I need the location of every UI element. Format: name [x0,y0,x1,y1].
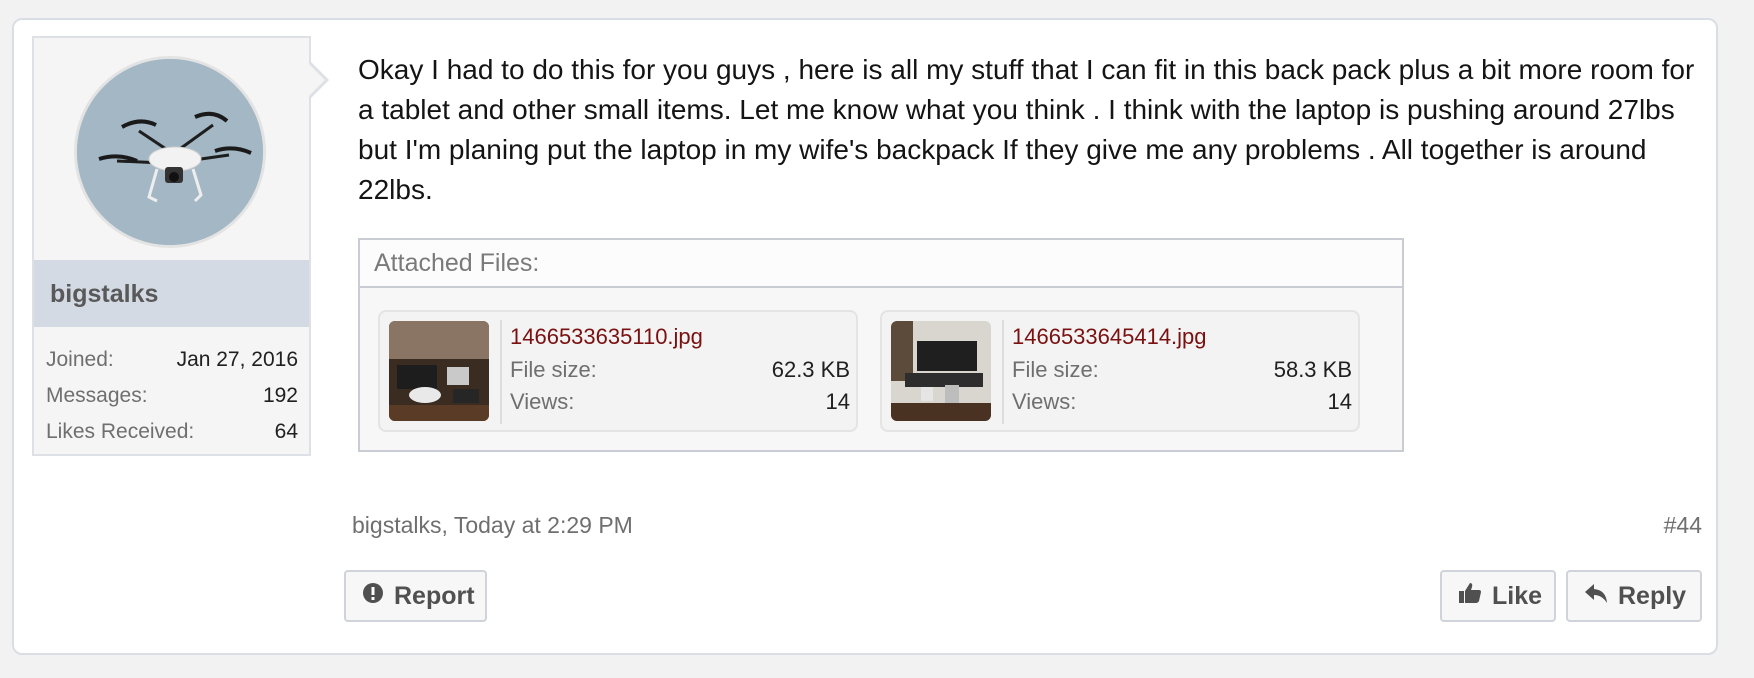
stat-value: Jan 27, 2016 [176,348,298,371]
views-row: Views: 14 [510,386,850,418]
views-label: Views: [510,389,575,414]
drone-image [77,59,263,245]
attachment-thumbnail[interactable] [891,321,991,421]
stat-value[interactable]: 192 [263,384,298,408]
message-body: Okay I had to do this for you guys , her… [358,54,1695,205]
username-link[interactable]: bigstalks [50,280,158,309]
exclamation-circle-icon [362,582,384,611]
file-size-label: File size: [510,357,597,382]
file-size-row: File size: 62.3 KB [510,354,850,386]
panel-arrow [309,62,329,98]
attachment-info: 1466533645414.jpg File size: 58.3 KB Vie… [1012,320,1352,418]
attached-files-block: Attached Files: 1466533635110.jpg File s… [358,238,1404,452]
report-button[interactable]: Report [344,570,487,622]
thumbs-up-icon [1458,582,1482,611]
stat-joined: Joined: Jan 27, 2016 [46,342,298,378]
views-label: Views: [1012,389,1077,414]
stat-label: Messages: [46,384,148,407]
attachment-filename[interactable]: 1466533635110.jpg [510,320,850,354]
thumbnail-image [891,321,991,421]
attachment-card[interactable]: 1466533635110.jpg File size: 62.3 KB Vie… [378,310,858,432]
views-value: 14 [1327,389,1352,414]
stat-likes: Likes Received: 64 [46,414,298,450]
stat-label: Likes Received: [46,420,195,443]
username-bar: bigstalks [34,260,309,327]
reply-button[interactable]: Reply [1566,570,1702,622]
attachment-filename[interactable]: 1466533645414.jpg [1012,320,1352,354]
report-button-label: Report [394,581,475,610]
attachment-thumbnail[interactable] [389,321,489,421]
stat-messages: Messages: 192 [46,378,298,414]
file-size-value: 62.3 KB [771,357,850,382]
views-value: 14 [825,389,850,414]
file-size-label: File size: [1012,357,1099,382]
like-button[interactable]: Like [1440,570,1556,622]
user-stats: Joined: Jan 27, 2016 Messages: 192 Likes… [46,342,298,450]
file-size-value: 58.3 KB [1273,357,1352,382]
post-number-link[interactable]: #44 [1664,512,1702,539]
attachment-info: 1466533635110.jpg File size: 62.3 KB Vie… [510,320,850,418]
like-button-label: Like [1492,581,1543,610]
avatar[interactable] [74,56,266,248]
attachment-card[interactable]: 1466533645414.jpg File size: 58.3 KB Vie… [880,310,1360,432]
post-byline[interactable]: bigstalks, Today at 2:29 PM [352,512,633,539]
thumbnail-divider [1002,320,1004,424]
thumbnail-image [389,321,489,421]
stat-label: Joined: [46,348,114,371]
reply-button-label: Reply [1618,581,1687,610]
reply-arrow-icon [1584,582,1608,611]
attached-files-header: Attached Files: [360,240,1402,288]
thumbnail-divider [500,320,502,424]
file-size-row: File size: 58.3 KB [1012,354,1352,386]
stat-value: 64 [274,420,298,443]
forum-post: bigstalks Joined: Jan 27, 2016 Messages:… [12,18,1718,655]
user-info-panel: bigstalks Joined: Jan 27, 2016 Messages:… [32,36,329,456]
views-row: Views: 14 [1012,386,1352,418]
